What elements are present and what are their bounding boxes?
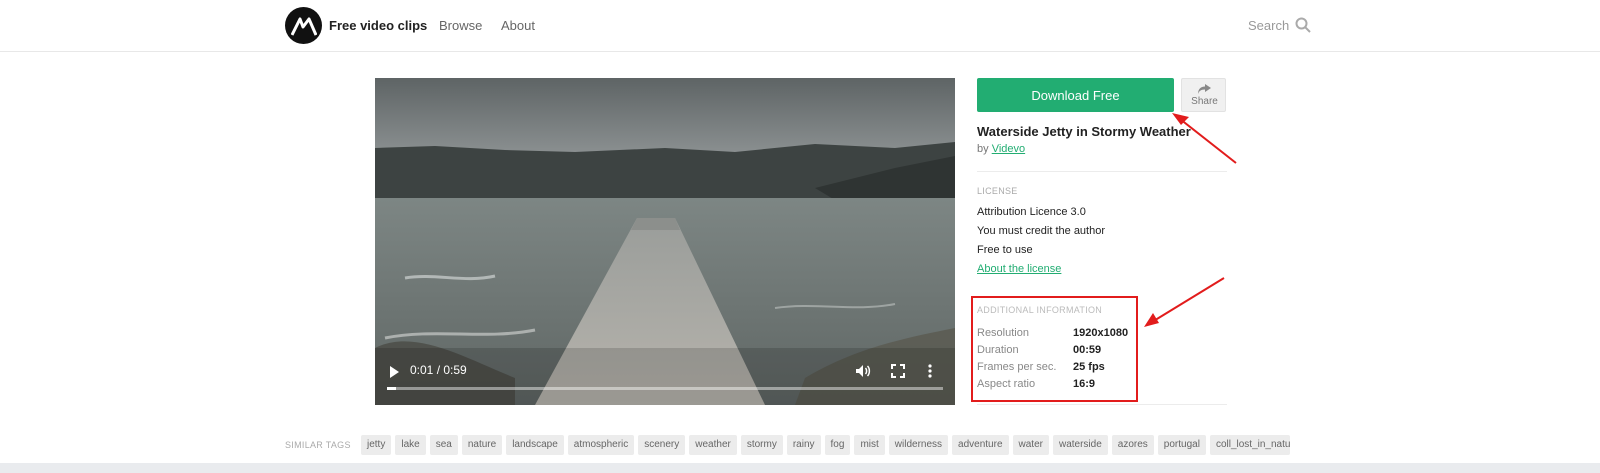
about-license-link[interactable]: About the license [977, 263, 1061, 275]
video-frame [375, 78, 955, 405]
tag-item[interactable]: waterside [1052, 435, 1108, 455]
license-heading: LICENSE [977, 186, 1018, 196]
license-type: Attribution Licence 3.0 [977, 206, 1086, 218]
tag-item[interactable]: mist [854, 435, 885, 455]
tag-item[interactable]: portugal [1157, 435, 1206, 455]
tag-item[interactable]: lake [395, 435, 426, 455]
download-button[interactable]: Download Free [977, 78, 1174, 112]
license-cost: Free to use [977, 244, 1033, 256]
tag-item[interactable]: scenery [638, 435, 686, 455]
more-icon[interactable] [927, 363, 933, 382]
info-value: 00:59 [1073, 344, 1102, 356]
byline: by Videvo [977, 143, 1025, 155]
tag-item[interactable]: fog [824, 435, 851, 455]
play-icon[interactable] [388, 365, 400, 382]
share-label: Share [1191, 96, 1218, 107]
time-display: 0:01 / 0:59 [410, 363, 467, 377]
info-key: Aspect ratio [977, 378, 1036, 390]
license-requirement: You must credit the author [977, 225, 1106, 237]
tag-item[interactable]: nature [461, 435, 503, 455]
tag-item[interactable]: water [1012, 435, 1049, 455]
info-row-fps: Frames per sec. 25 fps [977, 361, 1137, 373]
author-link[interactable]: Videvo [992, 143, 1025, 155]
search-input[interactable]: Search [1248, 18, 1289, 33]
info-row-aspect-ratio: Aspect ratio 16:9 [977, 378, 1137, 390]
volume-icon[interactable] [855, 363, 871, 382]
tag-item[interactable]: wilderness [888, 435, 949, 455]
share-button[interactable]: Share [1181, 78, 1226, 112]
by-prefix: by [977, 143, 989, 155]
info-value: 1920x1080 [1073, 327, 1129, 339]
info-value: 16:9 [1073, 378, 1096, 390]
tag-item[interactable]: coll_lost_in_nature [1209, 435, 1290, 455]
info-row-duration: Duration 00:59 [977, 344, 1137, 356]
video-title: Waterside Jetty in Stormy Weather [977, 124, 1191, 139]
info-key: Resolution [977, 327, 1029, 339]
divider [977, 404, 1227, 405]
additional-info-heading: ADDITIONAL INFORMATION [977, 305, 1103, 315]
tag-item[interactable]: landscape [506, 435, 564, 455]
tag-item[interactable]: atmospheric [567, 435, 635, 455]
search-icon[interactable] [1295, 17, 1311, 38]
tag-item[interactable]: stormy [740, 435, 783, 455]
tag-item[interactable]: rainy [786, 435, 821, 455]
tag-item[interactable]: jetty [361, 435, 392, 455]
tag-list: jetty lake sea nature landscape atmospheric sc… [361, 435, 1290, 455]
tag-item[interactable]: weather [689, 435, 737, 455]
nav-browse[interactable]: Browse [439, 18, 482, 33]
logo-icon[interactable] [285, 7, 322, 44]
share-icon [1198, 84, 1211, 94]
site-header: Free video clips Browse About Search [0, 0, 1600, 52]
video-player[interactable]: 0:01 / 0:59 [375, 78, 955, 405]
tag-item[interactable]: sea [429, 435, 458, 455]
tag-item[interactable]: azores [1111, 435, 1154, 455]
brand-name[interactable]: Free video clips [329, 18, 427, 33]
info-row-resolution: Resolution 1920x1080 [977, 327, 1137, 339]
tag-item[interactable]: adventure [952, 435, 1009, 455]
info-key: Duration [977, 344, 1019, 356]
progress-bar[interactable] [387, 387, 943, 390]
divider [977, 171, 1227, 172]
similar-tags-heading: SIMILAR TAGS [285, 440, 351, 450]
footer-bar [0, 463, 1600, 473]
nav-about[interactable]: About [501, 18, 535, 33]
fullscreen-icon[interactable] [891, 364, 905, 381]
info-value: 25 fps [1073, 361, 1105, 373]
progress-fill [387, 387, 397, 390]
info-key: Frames per sec. [977, 361, 1057, 373]
